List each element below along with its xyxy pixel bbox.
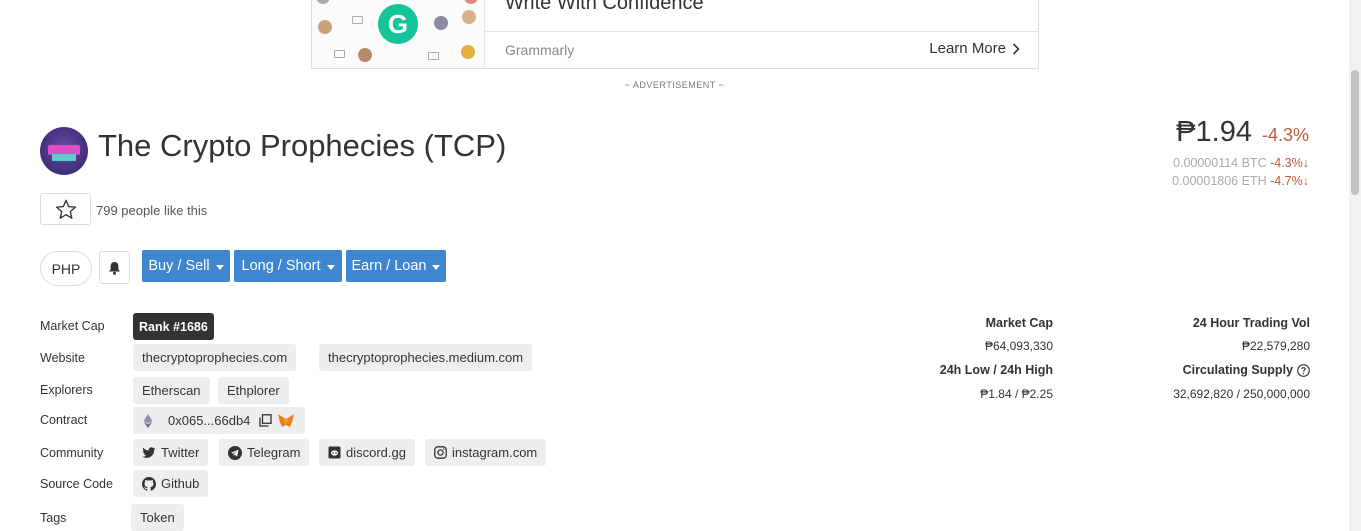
arrow-down-icon: ↓ xyxy=(1302,156,1309,170)
favorite-button[interactable] xyxy=(40,193,91,225)
coin-logo xyxy=(40,127,88,175)
telegram-link[interactable]: Telegram xyxy=(219,439,310,466)
stat-range-value: ₱1.84 / ₱2.25 xyxy=(980,387,1053,401)
buy-sell-button[interactable]: Buy / Sell xyxy=(142,250,230,282)
stat-supply-label: Circulating Supply xyxy=(1182,363,1293,377)
stat-supply-value: 32,692,820 / 250,000,000 xyxy=(1173,387,1310,401)
avatar xyxy=(318,20,332,34)
price-block: ₱1.94 -4.3% xyxy=(1176,116,1309,149)
long-short-label: Long / Short xyxy=(241,258,321,274)
buy-sell-label: Buy / Sell xyxy=(148,258,210,274)
page-scrollbar[interactable] xyxy=(1349,0,1361,531)
long-short-button[interactable]: Long / Short xyxy=(234,250,342,282)
github-link[interactable]: Github xyxy=(133,470,209,497)
likes-count: 799 people like this xyxy=(96,203,208,218)
avatar xyxy=(464,0,478,4)
learn-more-button[interactable]: Learn More xyxy=(929,40,1020,57)
website-link[interactable]: thecryptoprophecies.com xyxy=(133,344,297,371)
community-label: Community xyxy=(40,446,104,460)
ad-brand[interactable]: Grammarly xyxy=(505,42,574,58)
discord-icon xyxy=(328,446,341,458)
caret-down-icon xyxy=(432,264,441,270)
ad-image[interactable]: G xyxy=(312,0,485,68)
stat-supply-label-row: Circulating Supply xyxy=(1183,363,1310,377)
ad-headline[interactable]: Write With Confidence xyxy=(505,0,704,15)
explorer-link[interactable]: Ethplorer xyxy=(218,377,289,404)
mail-icon xyxy=(334,50,345,58)
website-link[interactable]: thecryptoprophecies.medium.com xyxy=(319,344,533,371)
caret-down-icon xyxy=(215,264,224,270)
mail-icon xyxy=(352,16,363,24)
contract-chip[interactable]: 0x065...66db4 xyxy=(133,407,306,434)
explorer-link[interactable]: Etherscan xyxy=(133,377,210,404)
earn-loan-button[interactable]: Earn / Loan xyxy=(346,250,446,282)
discord-label: discord.gg xyxy=(346,445,406,460)
contract-address: 0x065...66db4 xyxy=(168,413,251,428)
stat-volume-label: 24 Hour Trading Vol xyxy=(1192,316,1310,330)
coin-title: The Crypto Prophecies (TCP) xyxy=(98,128,507,163)
metamask-fox-icon[interactable] xyxy=(277,413,295,428)
telegram-icon xyxy=(228,445,242,460)
discord-link[interactable]: discord.gg xyxy=(319,439,415,466)
eth-change: -4.7% xyxy=(1270,174,1303,188)
avatar xyxy=(358,48,372,62)
stat-range-label: 24h Low / 24h High xyxy=(939,363,1053,377)
eth-price-row: 0.00001806 ETH -4.7%↓ xyxy=(1172,174,1309,188)
instagram-link[interactable]: instagram.com xyxy=(425,439,547,466)
tag-chip[interactable]: Token xyxy=(131,504,184,531)
stat-volume-value: ₱22,579,280 xyxy=(1241,339,1310,353)
currency-button[interactable]: PHP xyxy=(40,251,92,286)
github-icon xyxy=(142,476,156,491)
eth-price: 0.00001806 ETH xyxy=(1172,174,1267,188)
price-value: ₱1.94 xyxy=(1176,116,1252,148)
btc-price: 0.00000114 BTC xyxy=(1173,156,1267,170)
advertisement-banner[interactable]: G Write With Confidence Grammarly Learn … xyxy=(311,0,1039,69)
grammarly-logo-icon: G xyxy=(378,4,418,44)
website-label: Website xyxy=(40,351,85,365)
contract-label: Contract xyxy=(40,413,88,427)
logo-base xyxy=(52,154,76,161)
bell-icon xyxy=(109,261,120,275)
instagram-icon xyxy=(434,446,447,459)
avatar xyxy=(462,10,476,24)
learn-more-label: Learn More xyxy=(929,40,1006,57)
source-code-label: Source Code xyxy=(40,477,113,491)
caret-down-icon xyxy=(326,264,335,270)
instagram-label: instagram.com xyxy=(452,445,538,460)
twitter-icon xyxy=(142,446,156,458)
chevron-right-icon xyxy=(1012,42,1020,55)
explorers-label: Explorers xyxy=(40,383,93,397)
btc-change: -4.3% xyxy=(1270,156,1303,170)
price-change: -4.3% xyxy=(1261,125,1309,145)
ethereum-icon xyxy=(143,413,153,428)
mail-icon xyxy=(428,52,439,60)
alert-button[interactable] xyxy=(99,251,130,284)
twitter-label: Twitter xyxy=(161,445,200,460)
ad-label: ~ ADVERTISEMENT ~ xyxy=(624,80,725,90)
ad-divider xyxy=(485,31,1038,32)
github-label: Github xyxy=(161,476,200,491)
arrow-down-icon: ↓ xyxy=(1302,174,1309,188)
market-cap-label: Market Cap xyxy=(40,319,105,333)
stat-market-cap-label: Market Cap xyxy=(985,316,1053,330)
avatar xyxy=(434,16,448,30)
stat-market-cap-value: ₱64,093,330 xyxy=(984,339,1053,353)
telegram-label: Telegram xyxy=(247,445,301,460)
tags-label: Tags xyxy=(40,511,67,525)
avatar xyxy=(316,0,330,4)
rank-badge: Rank #1686 xyxy=(133,313,214,340)
copy-icon[interactable] xyxy=(259,414,273,427)
avatar xyxy=(461,45,475,59)
btc-price-row: 0.00000114 BTC -4.3%↓ xyxy=(1173,156,1309,170)
twitter-link[interactable]: Twitter xyxy=(133,439,209,466)
help-icon[interactable] xyxy=(1297,363,1310,377)
scrollbar-thumb[interactable] xyxy=(1351,70,1359,195)
earn-loan-label: Earn / Loan xyxy=(351,258,427,274)
star-icon xyxy=(55,199,76,219)
ad-content: Write With Confidence Grammarly Learn Mo… xyxy=(485,0,1038,68)
